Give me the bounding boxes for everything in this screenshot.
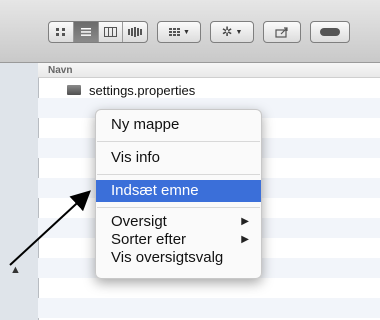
annotation-overlay (9, 190, 91, 266)
finder-window: ▲ ▼ ✲ ▼ Navn settings.properties Ny mapp… (0, 0, 380, 320)
annotation-arrow (9, 190, 91, 266)
